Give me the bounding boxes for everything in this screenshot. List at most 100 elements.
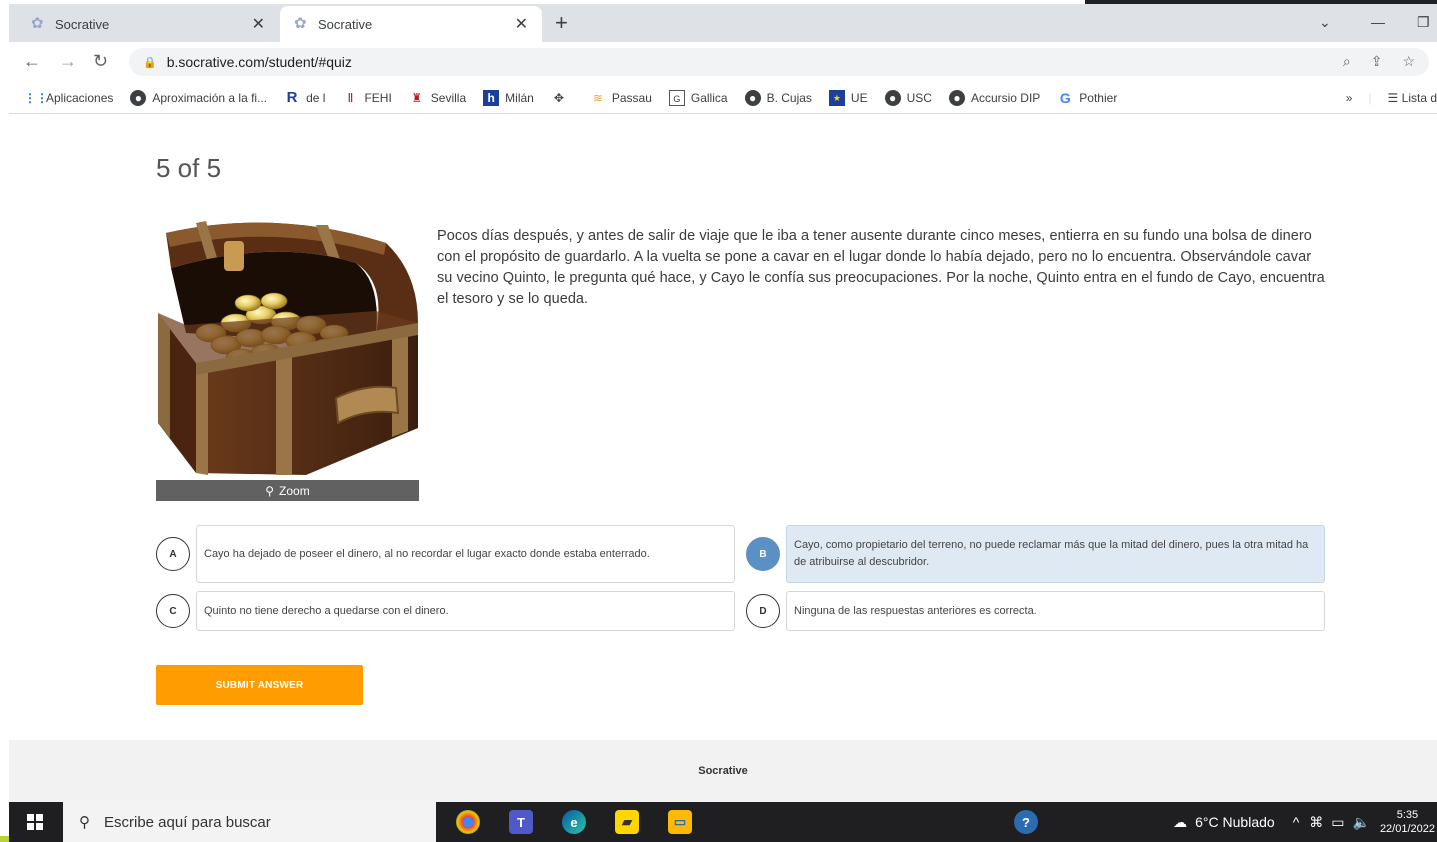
teams-icon[interactable]: T — [509, 810, 533, 834]
close-icon[interactable]: ✕ — [515, 14, 528, 34]
window-left-edge — [0, 0, 9, 842]
lock-icon: 🔒 — [143, 56, 157, 69]
file-explorer-icon[interactable]: ▭ — [668, 810, 692, 834]
gallica-logo-icon: G — [668, 89, 685, 106]
zoom-button[interactable]: ⚲ Zoom — [156, 480, 419, 501]
url-text: b.socrative.com/student/#quiz — [166, 54, 352, 70]
search-placeholder: Escribe aquí para buscar — [104, 813, 271, 831]
treasure-chest-image — [158, 221, 418, 475]
restore-icon[interactable]: ❐ — [1417, 14, 1430, 31]
clock[interactable]: 5:35 22/01/2022 — [1380, 808, 1435, 836]
socrative-favicon-icon: ✿ — [294, 15, 307, 32]
close-icon[interactable]: ✕ — [252, 14, 265, 34]
answer-letter[interactable]: C — [156, 594, 190, 628]
weather-text[interactable]: 6°C Nublado — [1195, 814, 1275, 830]
answer-letter-selected[interactable]: B — [746, 537, 780, 571]
bookmark-star-icon[interactable]: ☆ — [1402, 53, 1415, 70]
bookmark-aproximacion[interactable]: ● Aproximación a la fi... — [130, 89, 267, 106]
bookmark-milan[interactable]: h Milán — [483, 89, 534, 106]
globe-icon: ● — [948, 89, 965, 106]
forward-arrow-icon[interactable]: → — [59, 51, 77, 72]
answer-c[interactable]: C Quinto no tiene derecho a quedarse con… — [156, 591, 735, 631]
bookmark-gallica[interactable]: G Gallica — [668, 89, 728, 106]
browser-tab-2-active[interactable]: ✿ Socrative ✕ — [280, 6, 542, 42]
bookmark-pothier[interactable]: G Pothier — [1057, 90, 1117, 106]
cloud-icon: ☁ — [1173, 813, 1188, 830]
browser-tab-1[interactable]: ✿ Socrative ✕ — [17, 6, 279, 42]
more-bookmarks-icon[interactable]: » — [1346, 91, 1353, 105]
windows-taskbar: ⚲ Escribe aquí para buscar T e ▰ ▭ ? ☁ 6… — [9, 802, 1437, 842]
footer-brand: Socrative — [698, 765, 748, 777]
taskbar-search-input[interactable]: ⚲ Escribe aquí para buscar — [63, 802, 436, 842]
clock-date: 22/01/2022 — [1379, 823, 1435, 835]
bookmark-usc[interactable]: ● USC — [884, 89, 932, 106]
h-logo-icon: h — [483, 89, 500, 106]
answer-d[interactable]: D Ninguna de las respuestas anteriores e… — [746, 591, 1325, 631]
back-arrow-icon[interactable]: ← — [23, 51, 41, 72]
meet-now-icon[interactable]: ⌘ — [1309, 814, 1323, 831]
battery-icon[interactable]: ▭ — [1331, 814, 1344, 831]
bookmark-ue[interactable]: ★ UE — [828, 89, 868, 106]
edge-icon[interactable]: e — [562, 810, 586, 834]
answer-a[interactable]: A Cayo ha dejado de poseer el dinero, al… — [156, 525, 735, 583]
bookmark-de-l[interactable]: Rde l — [284, 88, 326, 106]
question-text: Pocos días después, y antes de salir de … — [437, 228, 1325, 307]
address-bar[interactable]: 🔒 b.socrative.com/student/#quiz — [129, 48, 1429, 76]
browser-toolbar: ← → ↻ 🔒 b.socrative.com/student/#quiz ⌕ … — [9, 42, 1437, 82]
globe-icon: ● — [744, 89, 761, 106]
bookmark-b-cujas[interactable]: ● B. Cujas — [744, 89, 812, 106]
share-icon[interactable]: ⇪ — [1371, 53, 1383, 70]
answer-text-box[interactable]: Cayo ha dejado de poseer el dinero, al n… — [196, 525, 735, 583]
bookmark-accursio[interactable]: ● Accursio DIP — [948, 89, 1040, 106]
page-footer: Socrative — [9, 740, 1437, 802]
tab-title: Socrative — [55, 16, 110, 32]
tab-title: Socrative — [318, 16, 373, 32]
bookmark-apps[interactable]: ⋮⋮ Aplicaciones — [24, 90, 113, 106]
chevron-down-icon[interactable]: ⌄ — [1319, 14, 1331, 31]
zoom-magnifier-icon[interactable]: ⌕ — [1343, 53, 1351, 70]
globe-icon: ● — [130, 89, 147, 106]
browser-tab-bar: ✿ Socrative ✕ ✿ Socrative ✕ + ⌄ — ❐ — [9, 4, 1437, 42]
answer-text-box-selected[interactable]: Cayo, como propietario del terreno, no p… — [786, 525, 1325, 583]
eu-flag-icon: ★ — [828, 89, 845, 106]
clock-time: 5:35 — [1396, 809, 1419, 821]
answer-letter[interactable]: D — [746, 594, 780, 628]
apps-grid-icon: ⋮⋮ — [24, 90, 48, 105]
windows-logo-icon — [27, 814, 43, 830]
r-logo-icon: R — [286, 88, 298, 106]
reload-icon[interactable]: ↻ — [93, 51, 108, 72]
bookmark-unnamed[interactable]: ✥ — [551, 90, 573, 106]
help-icon[interactable]: ? — [1014, 810, 1038, 834]
submit-answer-button[interactable]: SUBMIT ANSWER — [156, 665, 363, 705]
reading-list-icon: ☰ — [1387, 91, 1402, 105]
answer-letter[interactable]: A — [156, 537, 190, 571]
minimize-icon[interactable]: — — [1371, 14, 1385, 30]
bookmarks-right: » | ☰ Lista d — [1346, 82, 1437, 114]
question-progress: 5 of 5 — [156, 153, 222, 183]
bookmark-sevilla[interactable]: ♜ Sevilla — [409, 90, 466, 106]
answer-text-box[interactable]: Quinto no tiene derecho a quedarse con e… — [196, 591, 735, 631]
answer-text-box[interactable]: Ninguna de las respuestas anteriores es … — [786, 591, 1325, 631]
quiz-page: 5 of 5 ⚲ Zoom Pocos días después, y ante… — [9, 115, 1437, 740]
globe-icon: ● — [884, 89, 901, 106]
crest-icon: ♜ — [411, 90, 423, 105]
search-icon: ⚲ — [79, 814, 90, 831]
emblem-icon: ✥ — [553, 90, 564, 105]
reading-list-button[interactable]: ☰ Lista d — [1388, 91, 1437, 105]
system-tray: ☁ 6°C Nublado ^ ⌘ ▭ 🔈 5:35 22/01/2022 — [1173, 802, 1437, 842]
new-tab-icon[interactable]: + — [555, 12, 568, 34]
column-icon: Ⅱ — [347, 90, 354, 105]
magnifier-icon: ⚲ — [265, 483, 275, 498]
sticky-notes-icon[interactable]: ▰ — [615, 810, 639, 834]
speaker-icon[interactable]: 🔈 — [1353, 814, 1370, 831]
chevron-up-icon[interactable]: ^ — [1293, 814, 1300, 830]
bookmark-fehi[interactable]: Ⅱ FEHI — [342, 90, 392, 106]
bookmark-passau[interactable]: ≋ Passau — [590, 90, 652, 106]
bookmarks-bar: ⋮⋮ Aplicaciones ● Aproximación a la fi... … — [9, 82, 1437, 114]
answer-b[interactable]: B Cayo, como propietario del terreno, no… — [746, 525, 1325, 583]
windows-start-button[interactable] — [9, 802, 61, 842]
chrome-icon[interactable] — [456, 810, 480, 834]
passau-logo-icon: ≋ — [592, 90, 603, 105]
divider: | — [1368, 91, 1372, 105]
question-image[interactable]: ⚲ Zoom — [156, 213, 419, 503]
